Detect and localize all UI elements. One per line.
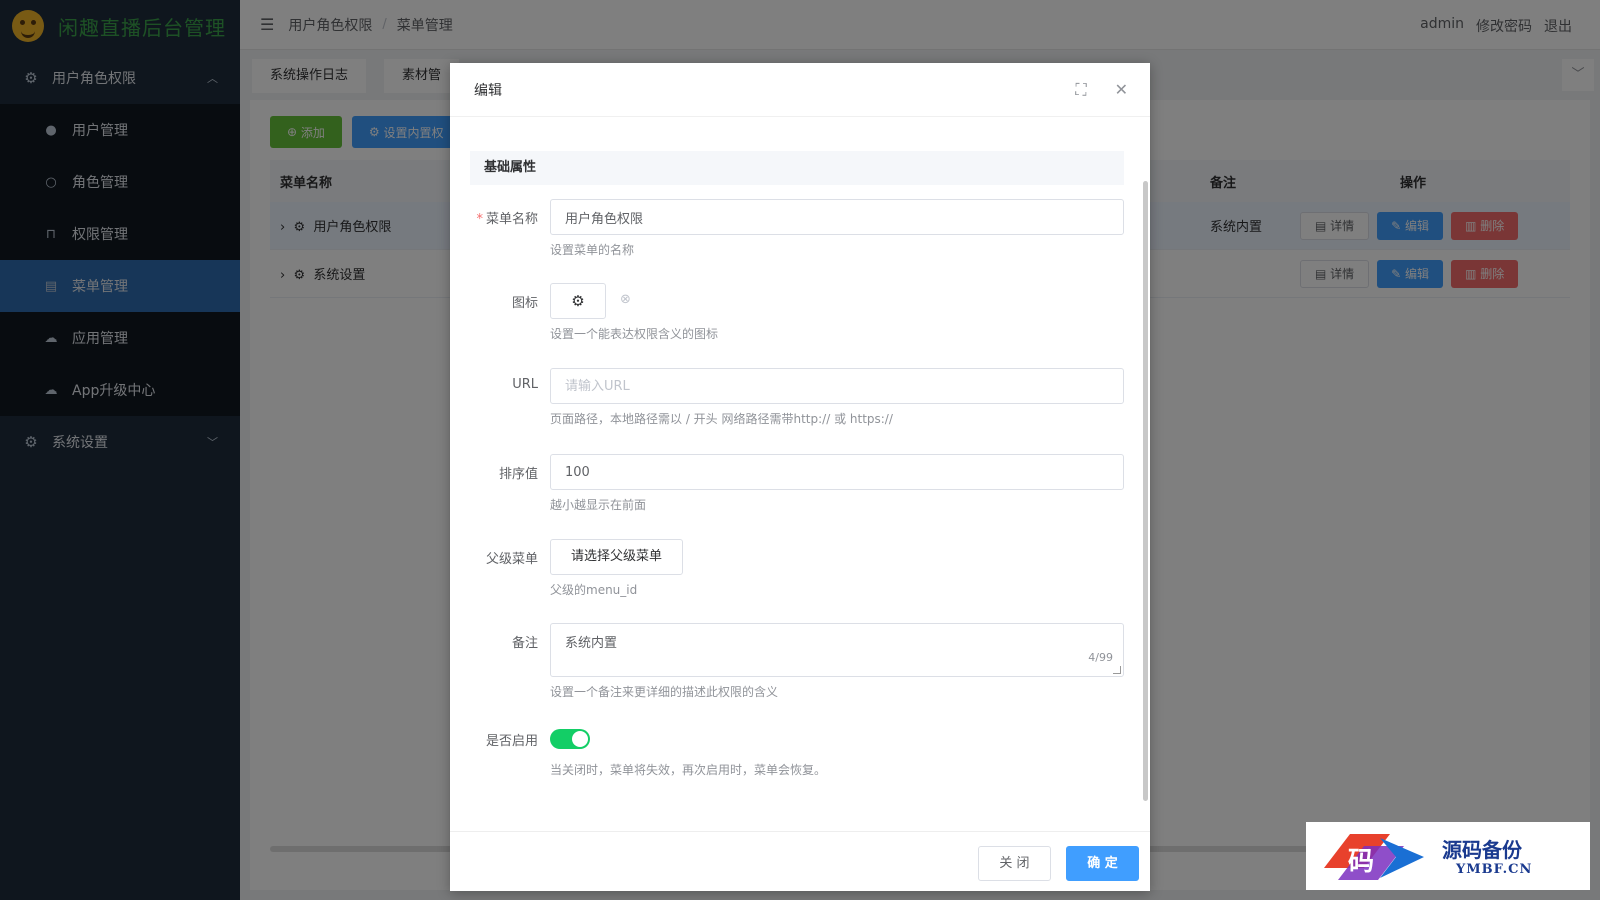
close-icon[interactable]: ✕ [1115, 80, 1128, 100]
icon-label: 图标 [511, 296, 538, 311]
parent-hint: 父级的menu_id [550, 583, 638, 597]
watermark-cn: 源码备份 [1442, 838, 1522, 862]
icon-hint: 设置一个能表达权限含义的图标 [550, 327, 719, 341]
svg-text:码: 码 [1348, 847, 1374, 877]
watermark: 码 源码备份 YMBF.CN [1306, 822, 1590, 890]
note-hint: 设置一个备注来更详细的描述此权限的含义 [550, 685, 779, 699]
watermark-en: YMBF.CN [1456, 862, 1533, 877]
name-label: 菜单名称 [485, 212, 538, 227]
enabled-hint: 当关闭时，菜单将失效，再次启用时，菜单会恢复。 [550, 763, 827, 777]
url-input[interactable] [550, 368, 1124, 404]
clear-circle-icon[interactable]: ⊗ [620, 292, 631, 307]
enabled-label: 是否启用 [485, 734, 538, 749]
dialog-header: 编辑 ⛶ ✕ [450, 63, 1150, 117]
dialog-footer: 关 闭 确 定 [450, 831, 1150, 891]
gear-icon: ⚙ [571, 292, 585, 310]
url-hint: 页面路径，本地路径需以 / 开头 网络路径需带http:// 或 https:/… [550, 412, 893, 426]
required-mark: * [476, 212, 483, 227]
dialog-header-icons: ⛶ ✕ [1075, 80, 1128, 100]
name-hint: 设置菜单的名称 [550, 243, 635, 257]
enabled-switch[interactable] [550, 729, 590, 749]
note-value: 系统内置 [565, 636, 618, 651]
section-title: 基础属性 [470, 151, 1124, 185]
sort-input[interactable] [550, 454, 1124, 490]
sort-hint: 越小越显示在前面 [550, 498, 647, 512]
dialog-body: 基础属性 *菜单名称 设置菜单的名称 图标 ⚙ ⊗ 设置一个能表达权限含义的图标… [450, 117, 1150, 831]
url-label: URL [512, 377, 538, 392]
char-count: 4/99 [1088, 651, 1113, 664]
resize-handle[interactable] [1113, 666, 1121, 674]
edit-dialog: 编辑 ⛶ ✕ 基础属性 *菜单名称 设置菜单的名称 图标 ⚙ ⊗ 设置一个能表达… [450, 63, 1150, 891]
dialog-title: 编辑 [474, 82, 502, 99]
fullscreen-icon[interactable]: ⛶ [1075, 80, 1086, 100]
watermark-logo-icon: 码 [1324, 834, 1424, 880]
icon-picker[interactable]: ⚙ [550, 283, 606, 319]
select-parent-button[interactable]: 请选择父级菜单 [550, 539, 684, 575]
dialog-scrollbar[interactable] [1143, 181, 1148, 801]
close-button[interactable]: 关 闭 [978, 846, 1051, 881]
menu-name-input[interactable] [550, 199, 1124, 235]
form-label: * 菜单名称 [450, 208, 538, 227]
note-label: 备注 [511, 636, 538, 651]
confirm-button[interactable]: 确 定 [1066, 846, 1139, 881]
parent-label: 父级菜单 [485, 552, 538, 567]
note-textarea[interactable]: 系统内置 4/99 [550, 623, 1124, 677]
sort-label: 排序值 [498, 467, 538, 482]
